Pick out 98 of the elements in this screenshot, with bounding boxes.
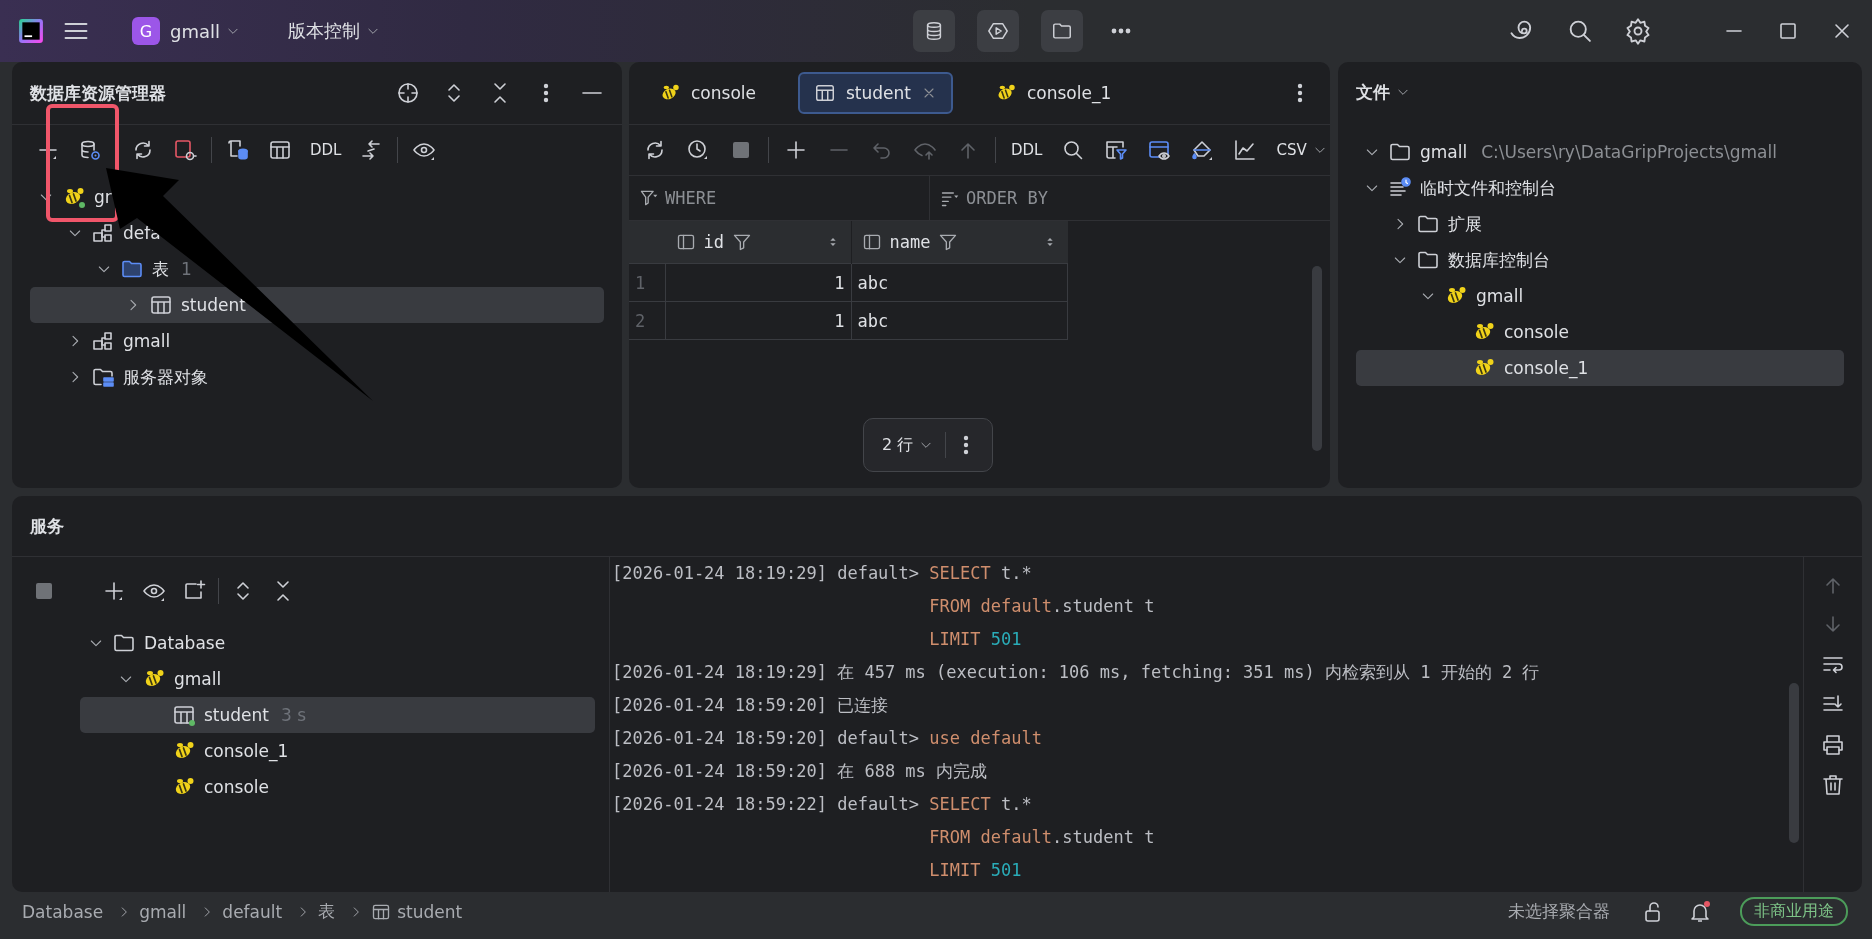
scrollbar[interactable]	[1789, 683, 1799, 843]
tree-row[interactable]: 临时文件和控制台	[1356, 170, 1844, 206]
tree-row[interactable]: gmall C:\Users\ry\DataGripProjects\gmall	[1356, 134, 1844, 170]
tree-label: student	[181, 295, 246, 315]
tree-label: gmall	[174, 669, 222, 689]
tree-row[interactable]: gmall	[1356, 278, 1844, 314]
table-cell: 1	[665, 301, 851, 340]
column-icon	[675, 232, 696, 252]
column-header[interactable]: name	[851, 221, 1068, 264]
log-line: LIMIT 501	[928, 628, 1023, 651]
ddl-button[interactable]: DDL	[306, 138, 346, 162]
editor-tab[interactable]: console_1	[978, 72, 1128, 114]
tree-row[interactable]: student 3 s	[80, 697, 595, 733]
log-line: [2026-01-24 18:19:29] default> SELECT t.*	[612, 562, 1033, 585]
tree-label: 服务器对象	[123, 365, 208, 389]
files-view-selector[interactable]: 文件	[1356, 80, 1410, 104]
project-selector[interactable]: G gmall	[126, 13, 246, 49]
tab-label: student	[845, 83, 911, 103]
tree-row[interactable]: 扩展	[1356, 206, 1844, 242]
tree-row[interactable]: console	[80, 769, 595, 805]
tab-label: console_1	[1026, 83, 1112, 103]
tree-row[interactable]: 服务器对象	[30, 359, 604, 395]
folder-button[interactable]	[1041, 10, 1083, 52]
tree-row[interactable]: student	[30, 287, 604, 323]
schema-icon	[91, 221, 115, 245]
row-number: 2	[629, 301, 666, 340]
log-line: [2026-01-24 18:59:22] default> SELECT t.*	[612, 793, 1033, 816]
log-line: FROM default.student t	[928, 595, 1156, 618]
tree-label: Database	[144, 633, 226, 653]
table-cell: abc	[851, 263, 1068, 302]
tree-label: gmall	[1476, 286, 1524, 306]
schema-icon	[91, 329, 115, 353]
log-line: LIMIT 501	[928, 859, 1023, 882]
column-header[interactable]: id	[665, 221, 851, 264]
table-cell: abc	[851, 301, 1068, 340]
elapsed-time: 3 s	[281, 705, 307, 725]
log-line: [2026-01-24 18:19:29] 在 457 ms (execution: 106 ms, fetching: 351 ms) 内检索到从 1 开始的 2 行	[612, 661, 1541, 684]
tree-label: gmall	[123, 331, 171, 351]
tree-label: 扩展	[1448, 212, 1482, 236]
tree-row[interactable]: 数据库控制台	[1356, 242, 1844, 278]
tree-label: console	[1504, 322, 1569, 342]
database-button[interactable]	[913, 10, 955, 52]
editor-tab[interactable]: student	[797, 72, 953, 114]
tree-row[interactable]: console	[1356, 314, 1844, 350]
row-number: 1	[629, 263, 666, 302]
tree-label: student	[204, 705, 269, 725]
table-icon	[149, 293, 173, 317]
tree-label: console_1	[1504, 358, 1589, 378]
run-button[interactable]	[977, 10, 1019, 52]
folder-path: C:\Users\ry\DataGripProjects\gmall	[1481, 142, 1777, 162]
log-line: [2026-01-24 18:59:20] 在 688 ms 内完成	[612, 760, 989, 783]
log-line: [2026-01-24 18:59:20] default> use default	[612, 727, 1043, 750]
tab-label: console	[691, 83, 756, 103]
tree-row[interactable]: 表 1	[30, 251, 604, 287]
tree-row[interactable]: Database	[80, 625, 595, 661]
app-logo-icon[interactable]	[18, 18, 44, 44]
scrollbar[interactable]	[1312, 266, 1322, 451]
filter-icon[interactable]	[938, 232, 959, 252]
tree-label: console	[204, 777, 269, 797]
row-count-dropdown[interactable]: 2 行	[874, 430, 942, 460]
tree-row[interactable]: gr	[30, 179, 604, 215]
ddl-button[interactable]: DDL	[1007, 138, 1047, 162]
export-format-dropdown[interactable]: CSV	[1272, 138, 1330, 162]
filter-icon	[639, 188, 659, 208]
editor-tab[interactable]: console	[643, 72, 772, 114]
column-icon	[861, 232, 882, 252]
folder-icon	[1051, 20, 1073, 42]
column-name: id	[703, 232, 724, 252]
tree-label: gr	[94, 187, 112, 207]
panel-title: 数据库资源管理器	[30, 81, 166, 105]
tree-label: 数据库控制台	[1448, 248, 1550, 272]
log-line: FROM default.student t	[928, 826, 1156, 849]
panel-title: 服务	[30, 514, 64, 538]
log-line: [2026-01-24 18:59:20] 已连接	[612, 694, 890, 717]
table-cell: 1	[665, 263, 851, 302]
play-icon	[987, 20, 1009, 42]
breadcrumb[interactable]: 表	[318, 900, 336, 923]
tree-label: console_1	[204, 741, 289, 761]
breadcrumb[interactable]: default	[222, 901, 283, 922]
where-filter-field[interactable]: WHERE	[665, 188, 717, 208]
filter-icon[interactable]	[732, 232, 752, 252]
license-badge[interactable]: 非商业用途	[1740, 897, 1848, 926]
tree-label: gmall	[1420, 142, 1468, 162]
tree-row[interactable]: gmall	[80, 661, 595, 697]
table-icon	[813, 82, 836, 104]
tree-label: 临时文件和控制台	[1420, 176, 1556, 200]
order-by-field[interactable]: ORDER BY	[966, 188, 1048, 208]
column-name: name	[889, 232, 931, 252]
tree-row[interactable]: console_1	[1356, 350, 1844, 386]
vcs-menu[interactable]: 版本控制	[282, 15, 386, 47]
tree-row[interactable]: gmall	[30, 323, 604, 359]
tree-label: 表	[152, 257, 169, 281]
breadcrumb[interactable]: student	[397, 901, 463, 922]
aggregator-status[interactable]: 未选择聚合器	[1508, 900, 1610, 923]
breadcrumb[interactable]: gmall	[139, 901, 187, 922]
breadcrumb[interactable]: Database	[22, 901, 104, 922]
item-count: 1	[181, 259, 192, 279]
tree-row[interactable]: console_1	[80, 733, 595, 769]
